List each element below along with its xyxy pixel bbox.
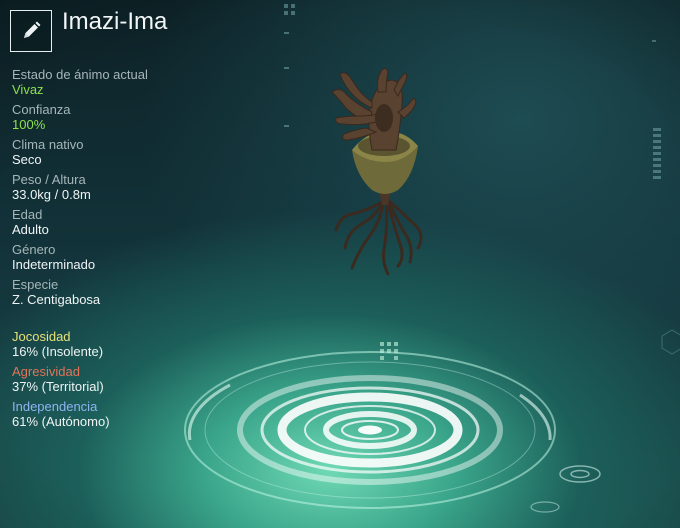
stat-climate: Clima nativo Seco [12, 137, 212, 168]
trait-label: Jocosidad [12, 329, 71, 344]
stat-label: Género [12, 242, 56, 257]
stats-panel: Estado de ánimo actual Vivaz Confianza 1… [12, 67, 212, 312]
stat-age: Edad Adulto [12, 207, 212, 238]
stat-gender: Género Indeterminado [12, 242, 212, 273]
trait-label: Agresividad [12, 364, 80, 379]
stat-label: Clima nativo [12, 137, 84, 152]
trait-value: 16% (Insolente) [12, 344, 104, 359]
stat-trust: Confianza 100% [12, 102, 212, 133]
creature-model [331, 67, 423, 276]
edit-name-button[interactable] [10, 10, 52, 52]
trait-playfulness: Jocosidad 16% (Insolente) [12, 329, 232, 360]
stat-value: Seco [12, 152, 42, 167]
stat-label: Confianza [12, 102, 71, 117]
trait-label: Independencia [12, 399, 98, 414]
traits-panel: Jocosidad 16% (Insolente) Agresividad 37… [12, 329, 232, 434]
stat-label: Edad [12, 207, 43, 222]
stat-value: Z. Centigabosa [12, 292, 101, 307]
trait-independence: Independencia 61% (Autónomo) [12, 399, 232, 430]
stat-value: 33.0kg / 0.8m [12, 187, 91, 202]
stat-value: Indeterminado [12, 257, 96, 272]
stat-label: Peso / Altura [12, 172, 86, 187]
platform [184, 351, 601, 513]
stat-label: Especie [12, 277, 59, 292]
stat-label: Estado de ánimo actual [12, 67, 148, 82]
stat-weight-height: Peso / Altura 33.0kg / 0.8m [12, 172, 212, 203]
stat-value: Vivaz [12, 82, 44, 97]
creature-name: Imazi-Ima [62, 8, 168, 35]
stat-value: 100% [12, 117, 46, 132]
pencil-icon [24, 21, 41, 38]
trait-value: 61% (Autónomo) [12, 414, 110, 429]
trait-aggression: Agresividad 37% (Territorial) [12, 364, 232, 395]
trait-value: 37% (Territorial) [12, 379, 104, 394]
stat-mood: Estado de ánimo actual Vivaz [12, 67, 212, 98]
stat-value: Adulto [12, 222, 49, 237]
stat-species: Especie Z. Centigabosa [12, 277, 212, 308]
